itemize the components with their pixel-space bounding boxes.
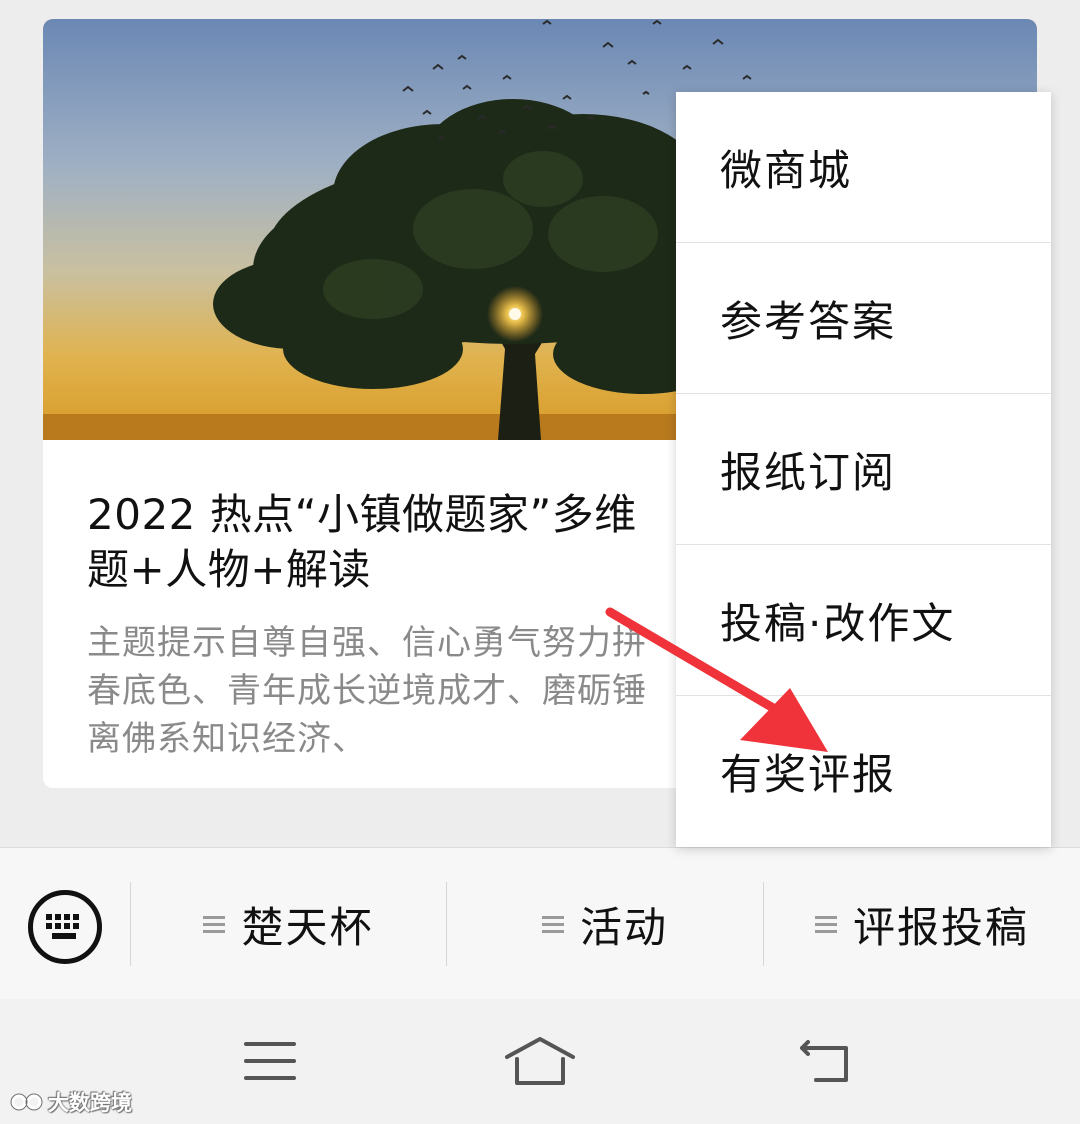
home-icon[interactable]	[500, 1029, 580, 1093]
menu-item-label: 评报投稿	[852, 902, 1029, 952]
popup-item-reference-answers[interactable]: 参考答案	[676, 243, 1051, 394]
menu-item-activities[interactable]: 活动	[447, 882, 763, 966]
popup-menu: 微商城 参考答案 报纸订阅 投稿·改作文 有奖评报	[676, 92, 1051, 847]
popup-item-prize-review[interactable]: 有奖评报	[676, 696, 1051, 847]
popup-item-wei-shang-cheng[interactable]: 微商城	[676, 92, 1051, 243]
menu-item-chutianbei[interactable]: 楚天杯	[131, 882, 446, 966]
menu-lines-icon	[814, 914, 837, 934]
hamburger-icon[interactable]	[230, 1029, 310, 1093]
watermark: 大数跨境	[10, 1087, 132, 1117]
popup-item-newspaper-subscription[interactable]: 报纸订阅	[676, 394, 1051, 545]
menu-item-review-submission[interactable]: 评报投稿	[764, 882, 1080, 966]
watermark-text: 大数跨境	[48, 1091, 132, 1115]
menu-lines-icon	[541, 914, 564, 934]
custom-menu-bar: 楚天杯 活动 评报投稿	[0, 847, 1080, 1000]
popup-item-submit-essay[interactable]: 投稿·改作文	[676, 545, 1051, 696]
system-nav-bar: 大数跨境	[0, 999, 1080, 1124]
watermark-logo-icon	[10, 1093, 43, 1111]
menu-item-label: 活动	[579, 902, 668, 952]
menu-item-label: 楚天杯	[241, 902, 374, 952]
menu-lines-icon	[203, 914, 226, 934]
keyboard-icon[interactable]	[28, 890, 102, 964]
back-icon[interactable]	[784, 1029, 864, 1093]
